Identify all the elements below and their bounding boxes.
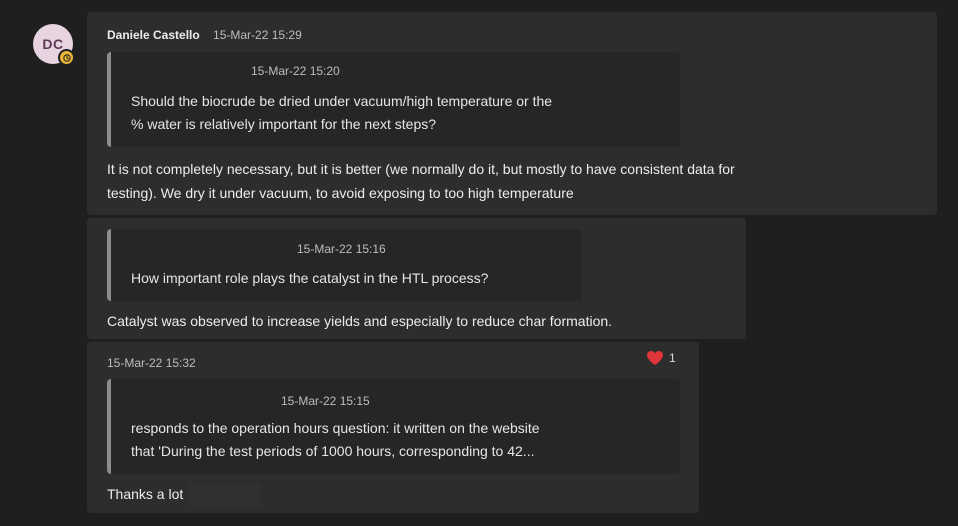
chat-message[interactable]: 15-Mar-22 15:16 How important role plays… (87, 218, 746, 339)
message-body: Catalyst was observed to increase yields… (107, 309, 737, 333)
quote-line: How important role plays the catalyst in… (131, 270, 489, 286)
chat-message[interactable]: Daniele Castello 15-Mar-22 15:29 15-Mar-… (87, 12, 937, 215)
quote-line: % water is relatively important for the … (131, 116, 437, 132)
chat-message[interactable]: 15-Mar-22 15:32 1 15-Mar-22 15:15 respon… (87, 342, 699, 513)
avatar-initials: DC (42, 36, 64, 52)
body-line: Thanks a lot (107, 486, 184, 502)
avatar[interactable]: DC (33, 24, 75, 66)
quote-timestamp: 15-Mar-22 15:15 (281, 394, 370, 408)
message-timestamp: 15-Mar-22 15:32 (107, 356, 196, 370)
message-timestamp: 15-Mar-22 15:29 (213, 28, 302, 42)
quote-timestamp: 15-Mar-22 15:16 (297, 242, 386, 256)
quote-text: Should the biocrude be dried under vacuu… (131, 90, 676, 136)
message-body: Thanks a lot (107, 482, 667, 508)
quote-text: How important role plays the catalyst in… (131, 267, 581, 290)
quote-line: responds to the operation hours question… (131, 420, 540, 436)
chat-thread: DC Daniele Castello 15-Mar-22 15:29 15-M… (0, 0, 958, 526)
reaction-badge[interactable]: 1 (646, 350, 676, 366)
status-away-badge (58, 49, 75, 66)
quote-line: that 'During the test periods of 1000 ho… (131, 443, 535, 459)
quoted-message[interactable]: 15-Mar-22 15:16 How important role plays… (107, 229, 582, 301)
reaction-count: 1 (669, 351, 676, 365)
quote-timestamp: 15-Mar-22 15:20 (251, 64, 340, 78)
body-line: Catalyst was observed to increase yields… (107, 313, 613, 329)
clock-icon (62, 53, 71, 62)
message-body: It is not completely necessary, but it i… (107, 157, 927, 205)
heart-icon (647, 351, 663, 365)
message-header: Daniele Castello 15-Mar-22 15:29 (107, 28, 302, 42)
body-line: testing). We dry it under vacuum, to avo… (107, 185, 574, 201)
quote-line: Should the biocrude be dried under vacuu… (131, 93, 553, 109)
body-line: It is not completely necessary, but it i… (107, 161, 735, 177)
quote-text: responds to the operation hours question… (131, 417, 676, 463)
quoted-message[interactable]: 15-Mar-22 15:20 Should the biocrude be d… (107, 52, 680, 147)
quoted-message[interactable]: 15-Mar-22 15:15 responds to the operatio… (107, 379, 680, 474)
author-name[interactable]: Daniele Castello (107, 28, 200, 42)
redacted-block (189, 483, 262, 508)
